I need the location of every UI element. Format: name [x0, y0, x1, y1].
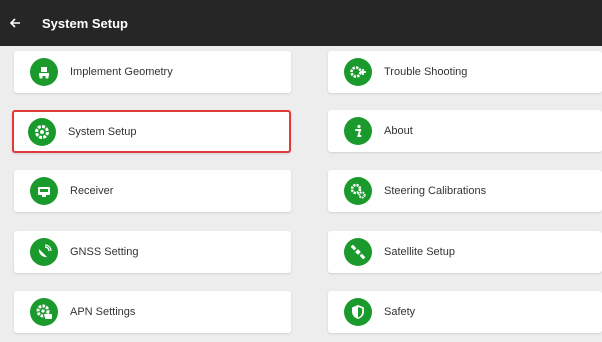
- back-arrow-icon[interactable]: [0, 0, 30, 46]
- page-title: System Setup: [42, 15, 128, 31]
- menu-item-label: Safety: [384, 306, 416, 318]
- satellite-icon: [344, 238, 372, 266]
- shield-icon: [344, 298, 372, 326]
- receiver-icon: [30, 177, 58, 205]
- menu-item-label: About: [384, 125, 413, 137]
- menu-item-safety[interactable]: Safety: [328, 291, 602, 333]
- tractor-icon: [30, 58, 58, 86]
- wrench-gear-icon: [344, 58, 372, 86]
- menu-item-label: Implement Geometry: [70, 66, 173, 78]
- menu-item-label: System Setup: [68, 125, 137, 138]
- menu-item-trouble-shooting[interactable]: Trouble Shooting: [328, 51, 602, 93]
- gear-apn-icon: [30, 298, 58, 326]
- info-icon: [344, 117, 372, 145]
- gear-icon: [28, 117, 56, 146]
- menu-item-label: GNSS Setting: [70, 246, 139, 258]
- menu-item-apn-settings[interactable]: APN Settings: [14, 291, 291, 333]
- menu-item-label: Satellite Setup: [384, 246, 455, 258]
- menu-item-steering-calibrations[interactable]: Steering Calibrations: [328, 170, 602, 212]
- menu-item-label: APN Settings: [70, 306, 136, 318]
- menu-item-label: Receiver: [70, 185, 114, 197]
- satellite-dish-icon: [30, 238, 58, 266]
- menu-item-satellite-setup[interactable]: Satellite Setup: [328, 231, 602, 273]
- top-bar: System Setup: [0, 0, 602, 46]
- gears-icon: [344, 177, 372, 205]
- menu-item-system-setup[interactable]: System Setup: [12, 110, 291, 153]
- menu-item-receiver[interactable]: Receiver: [14, 170, 291, 212]
- menu-item-label: Steering Calibrations: [384, 185, 487, 197]
- menu-item-about[interactable]: About: [328, 110, 602, 152]
- menu-item-gnss-setting[interactable]: GNSS Setting: [14, 231, 291, 273]
- menu-item-label: Trouble Shooting: [384, 66, 468, 78]
- menu-item-implement-geometry[interactable]: Implement Geometry: [14, 51, 291, 93]
